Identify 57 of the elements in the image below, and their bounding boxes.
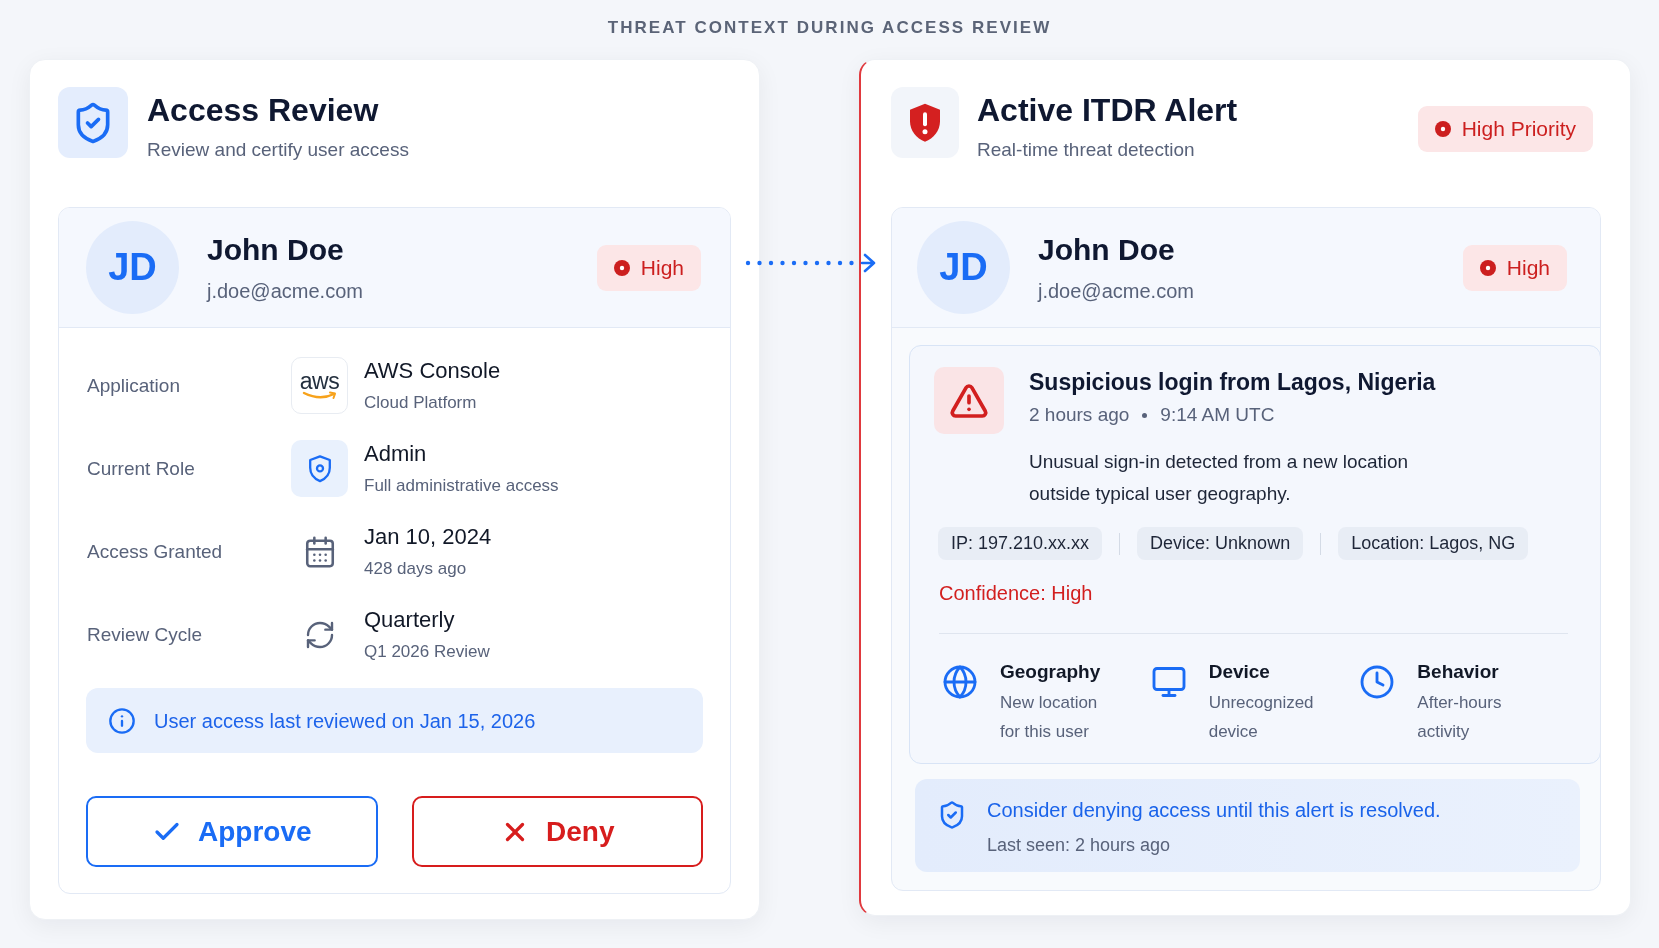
user-name: John Doe	[1038, 231, 1176, 268]
card-subtitle: Review and certify user access	[147, 138, 409, 162]
detail-note: Cloud Platform	[364, 392, 478, 414]
info-chip: Device: Unknown	[1137, 527, 1304, 560]
clock-icon	[1359, 664, 1396, 700]
alert-time-ago: 2 hours ago	[1029, 403, 1130, 427]
detail-label: Current Role	[87, 456, 196, 481]
user-email: j.doe@acme.com	[1038, 278, 1194, 304]
detail-label: Review Cycle	[87, 622, 204, 647]
warning-icon	[934, 367, 1004, 434]
card-title: Active ITDR Alert	[977, 91, 1238, 129]
info-icon	[108, 706, 136, 735]
detail-label: Access Granted	[87, 539, 224, 564]
last-seen-text: Last seen: 2 hours ago	[987, 834, 1172, 857]
factor-detail: Unrecognized device	[1208, 692, 1315, 743]
card-subtitle: Real-time threat detection	[977, 138, 1196, 162]
status-dot-icon	[613, 259, 630, 276]
shield-icon	[291, 440, 348, 497]
user-email: j.doe@acme.com	[207, 278, 363, 304]
detail-value: Jan 10, 2024	[364, 523, 492, 551]
detail-note: Q1 2026 Review	[364, 641, 490, 663]
factor-detail: New location for this user	[1000, 692, 1099, 743]
risk-label: High	[640, 254, 684, 281]
page-heading: THREAT CONTEXT DURING ACCESS REVIEW	[607, 17, 1052, 39]
factor-title: Geography	[1000, 660, 1102, 684]
shield-alert-icon	[891, 87, 959, 158]
card-title: Access Review	[147, 91, 380, 129]
detail-value: Quarterly	[364, 606, 456, 634]
avatar: JD	[917, 221, 1010, 314]
detail-note: 428 days ago	[364, 558, 468, 580]
detail-note: Full administrative access	[364, 475, 559, 497]
deny-button[interactable]: Deny	[411, 796, 703, 867]
priority-label: High Priority	[1461, 116, 1576, 142]
app-logo: aws	[291, 357, 348, 414]
factor-detail: After-hours activity	[1417, 692, 1503, 743]
monitor-icon	[1150, 664, 1187, 700]
user-name: John Doe	[207, 231, 345, 268]
info-chip: Location: Lagos, NG	[1338, 527, 1529, 560]
status-dot-icon	[1434, 121, 1451, 137]
approve-button[interactable]: Approve	[86, 796, 378, 867]
factor-title: Device	[1208, 660, 1271, 684]
status-dot-icon	[1479, 259, 1496, 276]
shield-check-icon	[58, 87, 128, 158]
detail-value: Admin	[364, 440, 428, 468]
alert-time: 9:14 AM UTC	[1160, 403, 1275, 427]
confidence-text: Confidence: High	[939, 581, 1093, 606]
factor-title: Behavior	[1417, 660, 1500, 684]
risk-label: High	[1506, 254, 1550, 281]
globe-icon	[942, 664, 978, 700]
alert-title: Suspicious login from Lagos, Nigeria	[1029, 368, 1436, 397]
info-chip: IP: 197.210.xx.xx	[938, 527, 1103, 560]
recommendation-text: Consider denying access until this alert is resolved.	[987, 798, 1441, 823]
info-text: User access last reviewed on Jan 15, 2026	[154, 708, 536, 734]
detail-label: Application	[87, 373, 181, 398]
detail-value: AWS Console	[364, 357, 501, 385]
avatar: JD	[86, 221, 179, 314]
alert-description: Unusual sign-in detected from a new location outside typical user geography.	[1029, 450, 1410, 506]
